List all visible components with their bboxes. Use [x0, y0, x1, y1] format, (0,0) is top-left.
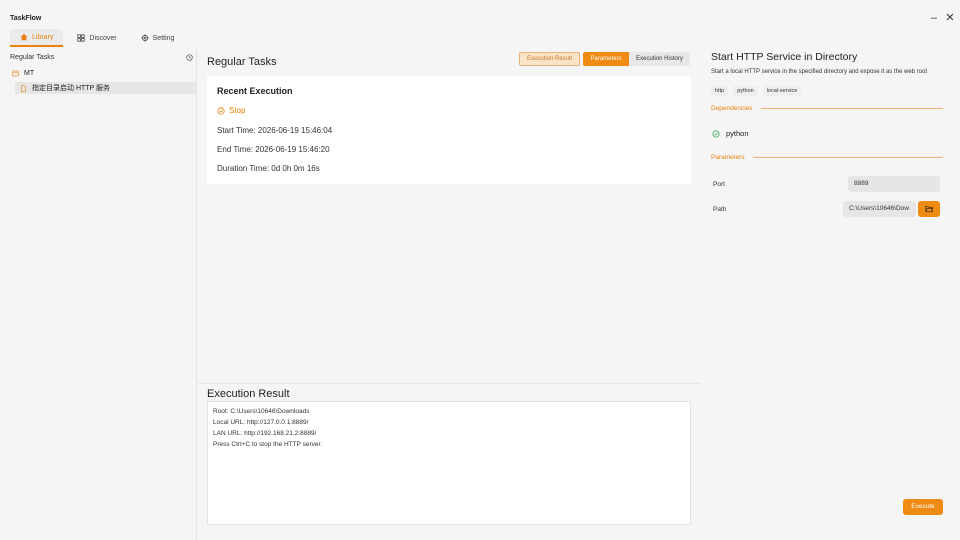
tab-discover-label: Discover [89, 34, 117, 42]
tab-setting[interactable]: Setting [131, 29, 185, 47]
sidebar-header: Regular Tasks [10, 54, 55, 61]
dependencies-header: Dependencies [711, 105, 943, 112]
execute-button[interactable]: Execute [903, 499, 943, 515]
tag: http [711, 86, 729, 96]
port-label: Port [713, 181, 725, 188]
tag: local-service [762, 86, 802, 96]
task-description: Start a local HTTP service in the specif… [711, 69, 927, 75]
check-circle-icon [712, 129, 720, 138]
output-line: LAN URL: http://192.168.21.2:8889/ [213, 430, 317, 437]
tab-discover[interactable]: Discover [67, 29, 126, 47]
parameters-label: Parameters [711, 154, 745, 161]
output-line: Press Ctrl+C to stop the HTTP server. [213, 441, 323, 448]
tab-library[interactable]: Library [10, 29, 64, 47]
home-icon [20, 33, 28, 41]
duration-time: Duration Time: 0d 0h 0m 16s [217, 164, 320, 173]
port-input[interactable]: 8889 [848, 176, 940, 192]
path-input[interactable]: C:\Users\10646\Dow [843, 201, 916, 217]
parameters-header: Parameters [711, 154, 943, 161]
tab-library-label: Library [32, 33, 54, 41]
dependency-item: python [712, 129, 749, 138]
tab-execution-history[interactable]: Execution History [629, 52, 690, 66]
history-icon[interactable] [186, 54, 193, 61]
sidebar: Regular Tasks MT 指定目录启动 HTTP 服务 [0, 50, 197, 540]
browse-folder-button[interactable] [918, 201, 940, 217]
section-divider [752, 157, 943, 158]
tab-execution-result[interactable]: Execution Result [519, 52, 580, 66]
tab-parameters[interactable]: Parameters [583, 52, 629, 66]
minimize-button[interactable]: – [927, 11, 941, 25]
output-line: Local URL: http://127.0.0.1:8889/ [213, 419, 309, 426]
tab-setting-label: Setting [152, 34, 175, 42]
title-bar: TaskFlow – ✕ [0, 0, 960, 28]
dependencies-label: Dependencies [711, 105, 753, 112]
start-time: Start Time: 2026-06-19 15:46:04 [217, 126, 333, 135]
sidebar-item-http-service[interactable]: 指定目录启动 HTTP 服务 [15, 82, 197, 94]
execution-result-title: Execution Result [207, 388, 290, 400]
page-title: Regular Tasks [207, 56, 277, 68]
tag: python [733, 86, 758, 96]
stop-label: Stop [229, 106, 246, 115]
tree-group-mt[interactable]: MT [12, 70, 34, 77]
output-line: Root: C:\Users\10646\Downloads [213, 408, 310, 415]
tree-group-label: MT [24, 70, 35, 77]
end-time: End Time: 2026-06-19 15:46:20 [217, 145, 330, 154]
close-button[interactable]: ✕ [943, 11, 957, 25]
stop-icon [217, 106, 225, 115]
task-tags: http python local-service [711, 86, 802, 96]
section-divider [760, 108, 943, 109]
sidebar-item-label: 指定目录启动 HTTP 服务 [32, 85, 111, 92]
task-title: Start HTTP Service in Directory [711, 51, 858, 63]
main-panel: Regular Tasks Execution Result Parameter… [198, 50, 700, 540]
dependency-label: python [726, 129, 749, 138]
stop-button[interactable]: Stop [217, 106, 245, 115]
folder-open-icon [925, 206, 933, 213]
grid-icon [77, 34, 86, 42]
execution-result-output[interactable]: Root: C:\Users\10646\Downloads Local URL… [207, 401, 691, 525]
gear-icon [141, 34, 149, 42]
divider [198, 383, 700, 384]
nav-tabs: Library Discover Setting [10, 29, 184, 47]
path-label: Path [713, 206, 727, 213]
app-title: TaskFlow [10, 15, 42, 22]
recent-execution-title: Recent Execution [217, 86, 293, 96]
folder-icon [12, 70, 19, 77]
task-detail-panel: Start HTTP Service in Directory Start a … [701, 50, 960, 540]
file-icon [21, 84, 26, 92]
recent-execution-card: Recent Execution Stop Start Time: 2026-0… [207, 76, 691, 184]
